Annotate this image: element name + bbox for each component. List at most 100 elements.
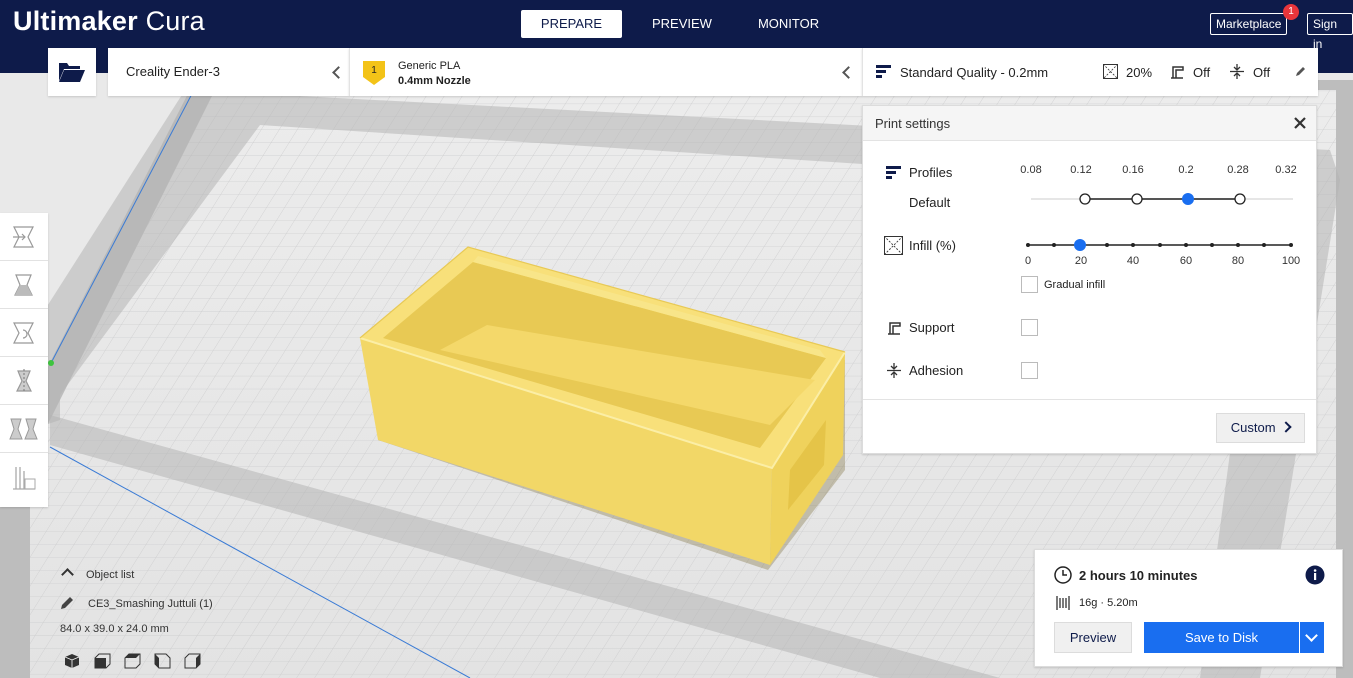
infill-tick-label: 80 <box>1231 255 1245 267</box>
save-to-disk-button[interactable]: Save to Disk <box>1144 622 1299 653</box>
material-usage: 16g · 5.20m <box>1079 597 1138 609</box>
print-setup-selector[interactable]: Standard Quality - 0.2mm 20% Off Off <box>862 48 1318 96</box>
support-checkbox[interactable] <box>1021 319 1038 336</box>
gradual-infill-label: Gradual infill <box>1044 279 1106 291</box>
signin-button[interactable]: Sign in <box>1307 13 1353 51</box>
tab-monitor[interactable]: MONITOR <box>735 10 842 38</box>
infill-tick-label: 60 <box>1179 255 1193 267</box>
pencil-icon[interactable] <box>60 596 75 610</box>
chevron-left-icon <box>332 66 345 79</box>
chevron-left-icon <box>842 66 855 79</box>
tool-toolbar <box>0 213 48 507</box>
support-label: Support <box>909 320 955 335</box>
panel-title: Print settings <box>875 116 951 131</box>
layer-height-label: 0.16 <box>1122 164 1144 176</box>
spool-icon <box>1056 596 1070 610</box>
infill-slider-handle[interactable] <box>1074 239 1086 251</box>
layer-height-label: 0.08 <box>1020 164 1042 176</box>
mirror-icon <box>16 369 32 393</box>
profile-option-0.2-selected[interactable] <box>1182 193 1194 205</box>
app-logo: Ultimaker Cura <box>13 6 205 37</box>
infill-icon <box>884 236 903 255</box>
infill-slider[interactable] <box>1023 234 1303 256</box>
object-name[interactable]: CE3_Smashing Juttuli (1) <box>88 598 213 610</box>
layer-height-label: 0.2 <box>1178 164 1194 176</box>
3d-view-icon[interactable] <box>65 654 80 668</box>
mirror-tool-button[interactable] <box>0 357 48 405</box>
per-model-settings-button[interactable] <box>0 405 48 453</box>
view-buttons <box>65 653 201 669</box>
layer-height-label: 0.32 <box>1275 164 1297 176</box>
panel-divider <box>863 399 1316 400</box>
adhesion-summary: Off <box>1253 65 1271 80</box>
profile-option-0.16[interactable] <box>1131 193 1143 205</box>
clock-icon <box>1054 566 1072 584</box>
move-tool-button[interactable] <box>0 213 48 261</box>
rotate-tool-button[interactable] <box>0 309 48 357</box>
infill-tick-label: 100 <box>1281 255 1301 267</box>
support-blocker-icon <box>13 467 36 490</box>
marketplace-notification-badge: 1 <box>1283 4 1299 20</box>
infill-summary: 20% <box>1126 65 1153 80</box>
per-model-settings-icon <box>9 418 38 440</box>
extruder-icon: 1 <box>363 61 385 85</box>
profiles-label: Profiles <box>909 165 953 180</box>
move-icon <box>13 226 34 248</box>
logo-sub: Cura <box>145 6 205 36</box>
chevron-up-icon[interactable] <box>61 568 74 581</box>
left-view-icon[interactable] <box>154 653 171 669</box>
folder-open-icon <box>59 63 85 82</box>
right-view-icon[interactable] <box>184 653 201 669</box>
object-dimensions: 84.0 x 39.0 x 24.0 mm <box>60 623 169 635</box>
print-output-panel: 2 hours 10 minutes 16g · 5.20m Preview S… <box>1034 549 1343 667</box>
info-icon[interactable] <box>1305 565 1325 585</box>
print-time: 2 hours 10 minutes <box>1079 568 1198 583</box>
support-blocker-button[interactable] <box>0 453 48 501</box>
top-view-icon[interactable] <box>124 653 141 669</box>
profile-slider[interactable] <box>1023 189 1303 209</box>
nozzle-name: 0.4mm Nozzle <box>398 75 471 87</box>
tab-prepare[interactable]: PREPARE <box>521 10 622 38</box>
infill-tick-label: 20 <box>1074 255 1088 267</box>
profile-icon <box>876 65 891 78</box>
gradual-infill-checkbox[interactable] <box>1021 276 1038 293</box>
output-device-dropdown[interactable] <box>1300 622 1324 653</box>
panel-header: Print settings <box>863 106 1316 141</box>
profile-icon <box>886 166 901 179</box>
infill-tick-label: 0 <box>1024 255 1032 267</box>
scale-tool-button[interactable] <box>0 261 48 309</box>
extruder-number: 1 <box>371 65 377 76</box>
infill-tick-label: 40 <box>1126 255 1140 267</box>
profile-option-0.12[interactable] <box>1079 193 1091 205</box>
close-icon[interactable] <box>1294 117 1306 129</box>
open-file-button[interactable] <box>48 48 96 96</box>
chevron-right-icon <box>1280 421 1292 433</box>
adhesion-checkbox[interactable] <box>1021 362 1038 379</box>
marketplace-button[interactable]: Marketplace <box>1210 13 1288 35</box>
pencil-icon <box>1296 67 1305 76</box>
support-icon <box>1171 66 1184 79</box>
printer-selector[interactable]: Creality Ender-3 <box>108 48 349 96</box>
profile-default-label: Default <box>909 195 951 210</box>
profile-option-0.28[interactable] <box>1234 193 1246 205</box>
preview-button[interactable]: Preview <box>1054 622 1132 653</box>
infill-label: Infill (%) <box>909 238 956 253</box>
chevron-down-icon <box>1305 629 1318 642</box>
custom-button-label: Custom <box>1230 420 1276 435</box>
custom-button[interactable]: Custom <box>1216 413 1305 443</box>
tab-preview[interactable]: PREVIEW <box>629 10 735 38</box>
printer-name: Creality Ender-3 <box>126 64 220 79</box>
rotate-icon <box>13 322 34 344</box>
stage-tabs: PREPARE PREVIEW MONITOR <box>521 10 842 38</box>
print-settings-panel: Print settings Profiles Default 0.08 0.1… <box>862 105 1317 454</box>
support-summary: Off <box>1193 65 1211 80</box>
object-list: Object list CE3_Smashing Juttuli (1) 84.… <box>60 568 360 678</box>
object-list-header[interactable]: Object list <box>86 569 134 581</box>
adhesion-icon <box>887 363 901 378</box>
logo-main: Ultimaker <box>13 6 138 36</box>
extruder-configuration-selector[interactable]: 1 Generic PLA 0.4mm Nozzle <box>349 48 862 96</box>
profile-summary: Standard Quality - 0.2mm <box>900 65 1049 80</box>
layer-height-label: 0.28 <box>1227 164 1249 176</box>
front-view-icon[interactable] <box>94 653 111 669</box>
material-name: Generic PLA <box>398 60 461 72</box>
